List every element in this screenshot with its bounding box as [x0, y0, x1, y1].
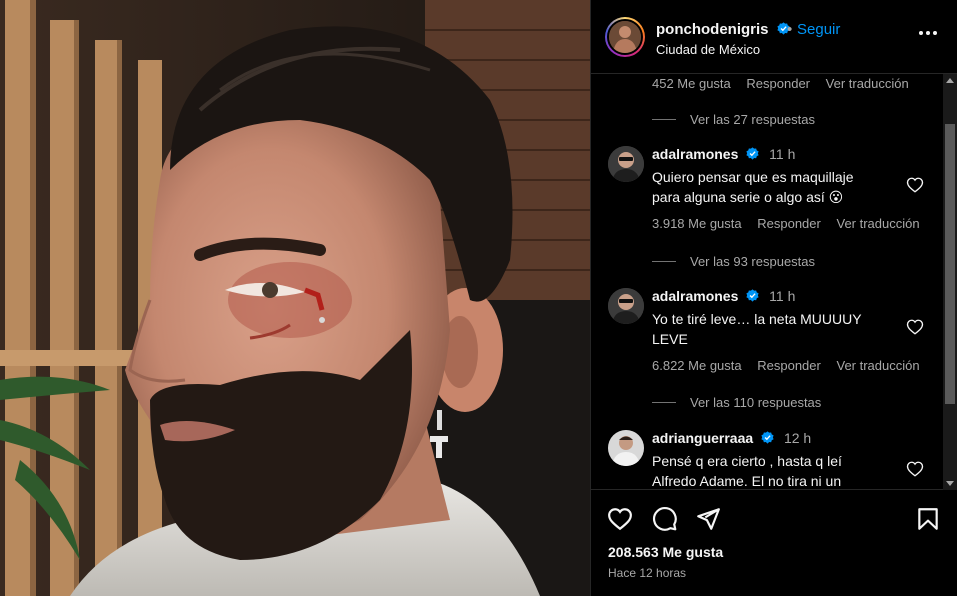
translate-button[interactable]: Ver traducción — [826, 76, 909, 91]
post-side-panel: ponchodenigris • Seguir Ciudad de México… — [590, 0, 957, 596]
comment-username[interactable]: adalramones — [652, 288, 738, 304]
translate-button[interactable]: Ver traducción — [836, 358, 919, 373]
comment-text-line: Quiero pensar que es maquillaje — [652, 169, 854, 185]
comment-text: Quiero pensar que es maquillaje para alg… — [652, 167, 902, 207]
author-username[interactable]: ponchodenigris — [656, 21, 769, 38]
post-actions: 208.563 Me gusta Hace 12 horas — [591, 490, 957, 596]
verified-badge-icon — [746, 289, 759, 302]
comment-text-line: Pensé q era cierto , hasta q leí — [652, 453, 842, 469]
commenter-avatar-image — [608, 288, 644, 324]
comment-time[interactable]: 12 h — [784, 430, 811, 446]
follow-button[interactable]: Seguir — [797, 21, 840, 38]
comment-meta-row: 452 Me gusta Responder Ver traducción — [652, 76, 921, 91]
commenter-avatar-image — [608, 146, 644, 182]
comment-avatar[interactable] — [608, 288, 644, 324]
share-icon[interactable] — [695, 506, 721, 532]
post-header: ponchodenigris • Seguir Ciudad de México — [591, 0, 957, 74]
scroll-up-arrow-icon[interactable] — [946, 78, 954, 83]
comment-likes[interactable]: 452 Me gusta — [652, 76, 731, 91]
post-location[interactable]: Ciudad de México — [656, 42, 760, 57]
author-avatar[interactable] — [605, 17, 645, 57]
verified-badge-icon — [761, 431, 774, 444]
comment-text-line: para alguna serie o algo así 😮 — [652, 189, 844, 205]
author-avatar-image — [609, 21, 641, 53]
post-timestamp[interactable]: Hace 12 horas — [608, 566, 686, 580]
comment-like-heart-icon[interactable] — [906, 318, 924, 336]
verified-badge-icon — [746, 147, 759, 160]
comment-username-row[interactable]: adrianguerraaa 12 h — [652, 430, 811, 446]
comments-scrollbar[interactable] — [943, 74, 957, 490]
comment-avatar[interactable] — [608, 430, 644, 466]
comments-list[interactable]: 452 Me gusta Responder Ver traducción Ve… — [591, 74, 957, 490]
comment-likes[interactable]: 6.822 Me gusta — [652, 358, 742, 373]
comment-like-heart-icon[interactable] — [906, 460, 924, 478]
comment-text-line: LEVE — [652, 331, 688, 347]
comment-username[interactable]: adalramones — [652, 146, 738, 162]
comment-meta-row: 6.822 Me gusta Responder Ver traducción — [652, 358, 932, 373]
reply-button[interactable]: Responder — [757, 216, 821, 231]
comment-text-line: Yo te tiré leve… la neta MUUUUY — [652, 311, 862, 327]
view-replies-button[interactable]: Ver las 93 respuestas — [652, 254, 815, 269]
post-like-count[interactable]: 208.563 Me gusta — [608, 544, 723, 560]
comment-text: Yo te tiré leve… la neta MUUUUY LEVE — [652, 309, 902, 349]
comment-text-line: Alfredo Adame. El no tira ni un — [652, 473, 842, 489]
author-username-row[interactable]: ponchodenigris — [656, 21, 790, 39]
comment-icon[interactable] — [652, 506, 678, 532]
scroll-down-arrow-icon[interactable] — [946, 481, 954, 486]
post-photo-illustration — [0, 0, 590, 596]
post-photo[interactable] — [0, 0, 590, 596]
view-replies-button[interactable]: Ver las 27 respuestas — [652, 112, 815, 127]
translate-button[interactable]: Ver traducción — [836, 216, 919, 231]
heart-icon[interactable] — [607, 506, 633, 532]
follow-separator: • — [787, 21, 793, 38]
comment-avatar[interactable] — [608, 146, 644, 182]
comment-username[interactable]: adrianguerraaa — [652, 430, 753, 446]
comment-username-row[interactable]: adalramones 11 h — [652, 146, 795, 162]
comment-time[interactable]: 11 h — [769, 146, 795, 162]
comment-time[interactable]: 11 h — [769, 288, 795, 304]
view-replies-button[interactable]: Ver las 110 respuestas — [652, 395, 821, 410]
reply-button[interactable]: Responder — [757, 358, 821, 373]
bookmark-icon[interactable] — [915, 506, 941, 532]
scrollbar-thumb[interactable] — [945, 124, 955, 404]
comment-text: Pensé q era cierto , hasta q leí Alfredo… — [652, 451, 902, 489]
comment-like-heart-icon[interactable] — [906, 176, 924, 194]
comment-username-row[interactable]: adalramones 11 h — [652, 288, 795, 304]
comment-likes[interactable]: 3.918 Me gusta — [652, 216, 742, 231]
reply-button[interactable]: Responder — [746, 76, 810, 91]
commenter-avatar-image — [608, 430, 644, 466]
more-options-icon[interactable] — [918, 30, 938, 36]
comment-meta-row: 3.918 Me gusta Responder Ver traducción — [652, 216, 932, 231]
